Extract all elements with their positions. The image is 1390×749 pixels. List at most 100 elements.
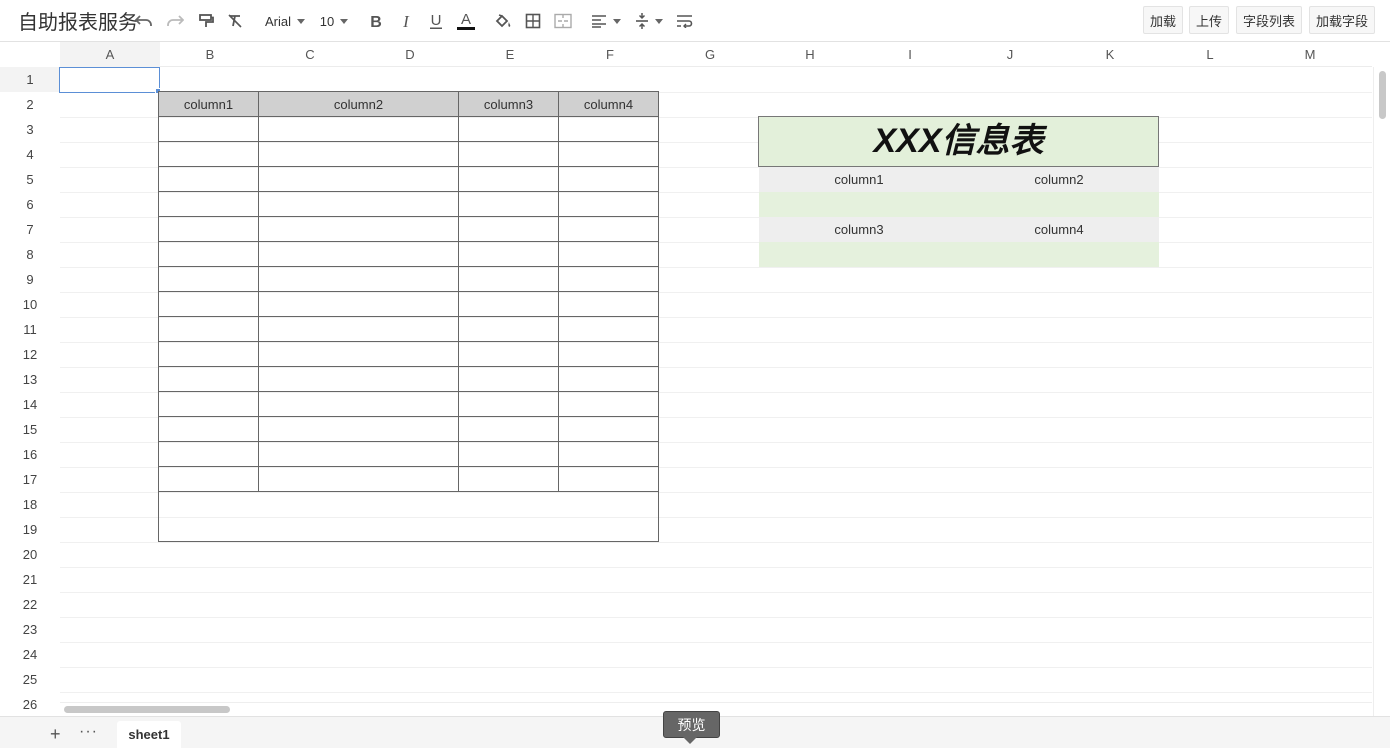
table-cell[interactable] [558, 241, 659, 267]
vertical-align-select[interactable] [634, 9, 664, 33]
info-field-label[interactable]: column4 [959, 217, 1159, 242]
row-header[interactable]: 1 [0, 67, 60, 92]
table-cell[interactable] [458, 366, 559, 392]
info-field-label[interactable]: column2 [959, 167, 1159, 192]
borders-icon[interactable] [523, 9, 543, 33]
column-header-k[interactable]: K [1060, 42, 1160, 67]
column-header-f[interactable]: F [560, 42, 660, 67]
horizontal-align-select[interactable] [590, 9, 622, 33]
row-header[interactable]: 8 [0, 242, 60, 267]
info-field-value[interactable] [759, 192, 1159, 217]
horizontal-scroll-thumb[interactable] [64, 706, 230, 713]
table-cell[interactable] [258, 316, 459, 342]
load-button[interactable]: 加载 [1143, 6, 1184, 34]
row-header[interactable]: 9 [0, 267, 60, 292]
load-fields-button[interactable]: 加载字段 [1309, 6, 1376, 34]
table-cell[interactable] [558, 116, 659, 142]
clear-format-icon[interactable] [225, 9, 245, 33]
column-header-m[interactable]: M [1260, 42, 1360, 67]
row-header[interactable]: 12 [0, 342, 60, 367]
table-cell[interactable] [458, 141, 559, 167]
table-cell[interactable] [258, 166, 459, 192]
table-cell[interactable] [458, 191, 559, 217]
info-table-title[interactable]: XXX信息表 [758, 116, 1159, 167]
add-sheet-icon[interactable]: + [50, 725, 61, 743]
row-header[interactable]: 24 [0, 642, 60, 667]
row-header[interactable]: 21 [0, 567, 60, 592]
table-cell[interactable] [158, 291, 259, 317]
more-sheets-icon[interactable]: ··· [79, 723, 98, 741]
upload-button[interactable]: 上传 [1189, 6, 1230, 34]
table-cell[interactable] [458, 441, 559, 467]
font-family-select[interactable]: Arial [262, 9, 308, 33]
table-cell[interactable] [558, 441, 659, 467]
merge-cells-icon[interactable] [553, 9, 573, 33]
table-cell[interactable] [458, 291, 559, 317]
row-header[interactable]: 14 [0, 392, 60, 417]
row-header[interactable]: 20 [0, 542, 60, 567]
table-cell[interactable] [158, 391, 259, 417]
table-cell[interactable] [258, 416, 459, 442]
column-header-l[interactable]: L [1160, 42, 1260, 67]
table-cell[interactable] [458, 166, 559, 192]
row-header[interactable]: 22 [0, 592, 60, 617]
table-footer-cell[interactable] [158, 491, 659, 542]
text-color-icon[interactable]: A [455, 9, 477, 33]
table-cell[interactable] [458, 391, 559, 417]
row-header[interactable]: 10 [0, 292, 60, 317]
row-header[interactable]: 19 [0, 517, 60, 542]
table-cell[interactable] [458, 216, 559, 242]
table-cell[interactable] [258, 216, 459, 242]
row-header[interactable]: 6 [0, 192, 60, 217]
table-cell[interactable] [558, 416, 659, 442]
table-cell[interactable] [158, 216, 259, 242]
table-cell[interactable] [158, 441, 259, 467]
table-cell[interactable] [258, 466, 459, 492]
vertical-scrollbar[interactable] [1373, 67, 1390, 716]
table-cell[interactable] [158, 466, 259, 492]
table-cell[interactable] [558, 391, 659, 417]
table-cell[interactable] [558, 466, 659, 492]
table-cell[interactable] [258, 341, 459, 367]
column-header-j[interactable]: J [960, 42, 1060, 67]
row-header[interactable]: 17 [0, 467, 60, 492]
table-cell[interactable] [458, 341, 559, 367]
table-cell[interactable] [558, 341, 659, 367]
row-header[interactable]: 11 [0, 317, 60, 342]
font-size-select[interactable]: 10 [317, 9, 351, 33]
sheet-tab-active[interactable]: sheet1 [117, 721, 181, 749]
table-header-cell[interactable]: column2 [258, 91, 459, 117]
column-header-g[interactable]: G [660, 42, 760, 67]
fill-color-icon[interactable] [492, 9, 514, 33]
table-cell[interactable] [558, 166, 659, 192]
table-cell[interactable] [558, 191, 659, 217]
table-cell[interactable] [158, 166, 259, 192]
table-cell[interactable] [458, 241, 559, 267]
table-cell[interactable] [458, 266, 559, 292]
undo-icon[interactable] [134, 9, 154, 33]
row-header[interactable]: 23 [0, 617, 60, 642]
column-header-b[interactable]: B [160, 42, 260, 67]
column-header-a[interactable]: A [60, 42, 160, 67]
table-cell[interactable] [458, 116, 559, 142]
table-cell[interactable] [458, 416, 559, 442]
table-cell[interactable] [258, 366, 459, 392]
table-cell[interactable] [258, 291, 459, 317]
field-list-button[interactable]: 字段列表 [1236, 6, 1303, 34]
row-header[interactable]: 18 [0, 492, 60, 517]
table-cell[interactable] [158, 366, 259, 392]
table-cell[interactable] [258, 266, 459, 292]
column-header-i[interactable]: I [860, 42, 960, 67]
row-header[interactable]: 7 [0, 217, 60, 242]
table-cell[interactable] [158, 416, 259, 442]
table-cell[interactable] [158, 341, 259, 367]
row-header[interactable]: 25 [0, 667, 60, 692]
table-cell[interactable] [158, 241, 259, 267]
italic-icon[interactable]: I [396, 9, 416, 33]
table-cell[interactable] [158, 316, 259, 342]
table-cell[interactable] [558, 316, 659, 342]
table-cell[interactable] [458, 466, 559, 492]
table-cell[interactable] [558, 141, 659, 167]
table-cell[interactable] [158, 141, 259, 167]
column-header-c[interactable]: C [260, 42, 360, 67]
